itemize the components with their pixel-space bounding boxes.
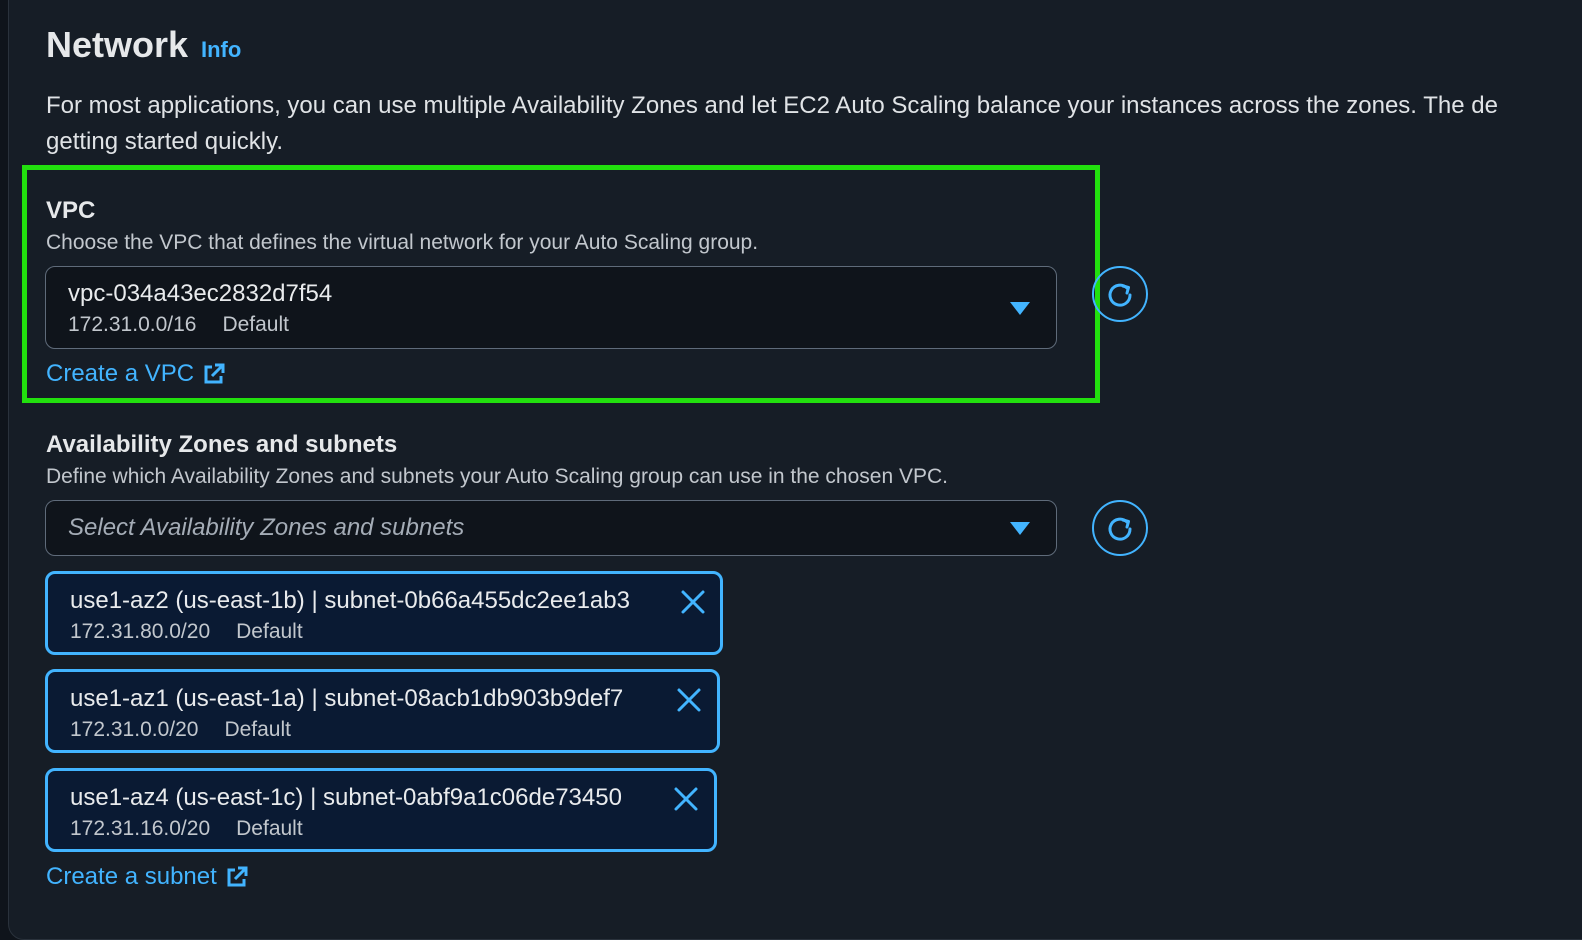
vpc-label: VPC [46, 197, 96, 224]
subnet-token: use1-az1 (us-east-1a) | subnet-08acb1db9… [45, 669, 720, 753]
description-line-1: For most applications, you can use multi… [46, 92, 1498, 119]
subnet-token: use1-az4 (us-east-1c) | subnet-0abf9a1c0… [45, 768, 717, 852]
subnets-hint: Define which Availability Zones and subn… [46, 465, 948, 488]
subnets-refresh-button[interactable] [1092, 500, 1148, 556]
refresh-icon [1108, 283, 1132, 307]
subnet-default-tag: Default [236, 620, 303, 643]
subnets-placeholder: Select Availability Zones and subnets [68, 514, 465, 541]
create-vpc-label: Create a VPC [46, 360, 195, 387]
section-title: Network [46, 24, 189, 65]
vpc-select[interactable]: vpc-034a43ec2832d7f54 172.31.0.0/16 Defau… [45, 266, 1057, 349]
external-link-icon [204, 363, 225, 384]
subnet-default-tag: Default [224, 718, 291, 741]
create-subnet-link[interactable]: Create a subnet [46, 863, 249, 891]
subnet-cidr: 172.31.16.0/20 [70, 817, 211, 840]
vpc-refresh-button[interactable] [1092, 266, 1148, 322]
vpc-cidr: 172.31.0.0/16 [68, 313, 197, 336]
subnet-cidr: 172.31.80.0/20 [70, 620, 211, 643]
subnet-token-meta: 172.31.80.0/20 Default [70, 620, 303, 644]
subnets-select[interactable]: Select Availability Zones and subnets [45, 500, 1057, 556]
subnets-label: Availability Zones and subnets [46, 431, 398, 458]
vpc-selected-meta: 172.31.0.0/16 Default [68, 313, 289, 337]
subnet-token: use1-az2 (us-east-1b) | subnet-0b66a455d… [45, 571, 723, 655]
subnet-cidr: 172.31.0.0/20 [70, 718, 199, 741]
close-icon[interactable] [679, 588, 707, 616]
subnet-token-meta: 172.31.16.0/20 Default [70, 817, 303, 841]
subnet-token-title: use1-az4 (us-east-1c) | subnet-0abf9a1c0… [70, 784, 622, 811]
create-vpc-link[interactable]: Create a VPC [46, 360, 226, 388]
section-description: For most applications, you can use multi… [46, 88, 1582, 160]
refresh-icon [1108, 517, 1132, 541]
description-line-2: getting started quickly. [46, 128, 284, 155]
close-icon[interactable] [675, 686, 703, 714]
vpc-hint: Choose the VPC that defines the virtual … [46, 231, 759, 254]
close-icon[interactable] [672, 785, 700, 813]
subnet-default-tag: Default [236, 817, 303, 840]
caret-down-icon [1010, 302, 1030, 315]
caret-down-icon [1010, 522, 1030, 535]
external-link-icon [227, 866, 248, 887]
info-link[interactable]: Info [201, 37, 241, 63]
subnet-token-title: use1-az1 (us-east-1a) | subnet-08acb1db9… [70, 685, 624, 712]
subnet-token-meta: 172.31.0.0/20 Default [70, 718, 291, 742]
vpc-selected-id: vpc-034a43ec2832d7f54 [68, 280, 333, 307]
vpc-default-tag: Default [222, 313, 289, 336]
subnet-token-title: use1-az2 (us-east-1b) | subnet-0b66a455d… [70, 587, 630, 614]
create-subnet-label: Create a subnet [46, 863, 217, 890]
